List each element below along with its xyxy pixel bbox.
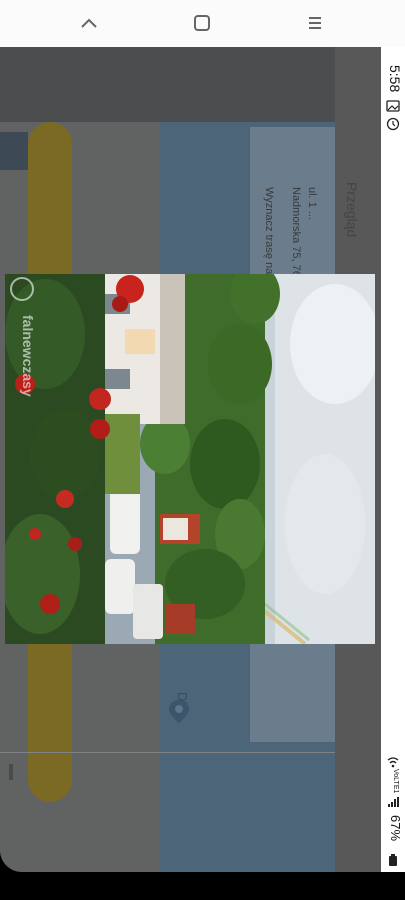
background-tab [0,132,28,170]
wifi-icon [386,755,400,769]
app-screen: Przegląd ul. 1 ... Nadmorska 75, 76-034 … [0,47,381,872]
watermark-text: falnewczasy [20,315,36,397]
home-square-icon [194,15,210,31]
watermark: falnewczasy [6,275,36,405]
status-bar: 5:58 VoLTE1 67% [381,47,405,872]
signal-icon [386,795,400,809]
home-button[interactable] [187,8,217,38]
gallery-icon [386,99,400,113]
bottom-bezel [0,872,405,900]
recent-apps-button[interactable] [74,8,104,38]
battery-icon [386,853,400,867]
menu-lines-icon [309,17,321,29]
photo-campsite [5,274,375,644]
status-time: 5:58 [387,65,403,93]
back-button[interactable] [300,8,330,38]
photo-image[interactable] [5,274,375,644]
divider [0,752,335,753]
alarm-icon [386,117,400,131]
map-pin-icon [165,697,193,725]
background-title: Przegląd [344,182,360,238]
watermark-logo-icon [10,277,34,301]
background-small-icon [4,762,18,782]
background-top-strip [0,47,335,122]
chevron-up-icon [81,18,97,28]
volte-label: VoLTE1 [392,769,399,794]
battery-percentage: 67% [388,815,403,842]
background-address-line: ul. 1 ... [306,187,318,221]
navigation-bar [0,0,405,48]
